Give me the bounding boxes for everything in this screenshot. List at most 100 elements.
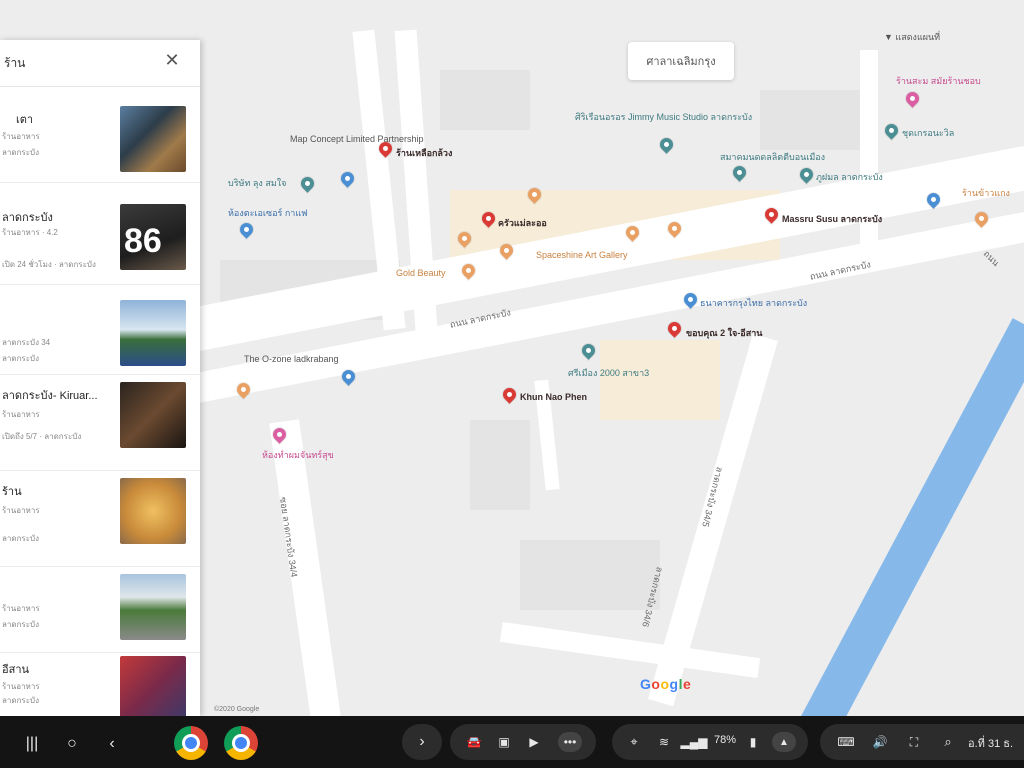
signal-icon: ▂▄▆ [680, 735, 708, 749]
place-label[interactable]: ศรีเมือง 2000 สาขา3 [568, 366, 649, 380]
place-pin-icon[interactable] [730, 163, 749, 182]
result-photo[interactable] [120, 382, 186, 448]
result-category: ร้านอาหาร [2, 410, 40, 419]
place-label[interactable]: Map Concept Limited Partnership [290, 134, 424, 144]
status-tray[interactable]: ⌖ ≋ ▂▄▆ 78% ▮ ▲ [612, 724, 808, 760]
keyboard-icon[interactable]: ⌨ [836, 732, 856, 752]
result-category: ลาดกระบัง 34 [2, 338, 51, 347]
result-item[interactable]: เตา ร้านอาหาร ลาดกระบัง [0, 96, 200, 183]
result-category: ร้านอาหาร [2, 682, 40, 691]
gallery-icon[interactable]: ▣ [494, 732, 514, 752]
chrome-app-icon[interactable] [224, 726, 258, 760]
restaurant-pin-icon[interactable] [665, 319, 684, 338]
battery-percentage: 78% [714, 734, 737, 746]
result-address: ลาดกระบัง [2, 354, 40, 363]
result-item[interactable]: ร้าน ร้านอาหาร ลาดกระบัง [0, 470, 200, 567]
quick-apps-tray: 🚘 ▣ ▶ ••• [450, 724, 596, 760]
wifi-icon: ≋ [658, 735, 670, 749]
place-label[interactable]: ห้องทำผมจันทร์สุข [262, 448, 334, 462]
result-photo[interactable] [120, 574, 186, 640]
map-copyright: ©2020 Google [214, 706, 260, 713]
place-pin-icon[interactable] [882, 121, 901, 140]
youtube-icon[interactable]: ▶ [524, 732, 544, 752]
expand-status-icon[interactable]: ▲ [772, 732, 796, 752]
place-label[interactable]: The O-zone ladkrabang [244, 354, 339, 364]
commercial-lot [600, 340, 720, 420]
result-item[interactable]: ร้านอาหาร ลาดกระบัง [0, 566, 200, 653]
result-photo[interactable] [120, 106, 186, 172]
result-address: เปิดถึง 5/7 · ลาดกระบัง [2, 432, 82, 441]
shop-pin-icon[interactable] [237, 220, 256, 239]
search-input[interactable]: ร้าน [4, 54, 25, 73]
place-pin-icon[interactable] [298, 174, 317, 193]
result-category: ร้านอาหาร [2, 132, 40, 141]
result-photo[interactable] [120, 656, 186, 716]
system-controls: ⌨ 🔊 ⛶ ⌕ อ.ที่ 31 ธ. [820, 724, 1024, 760]
result-title: อีสาน [2, 664, 30, 676]
place-pin-icon[interactable] [797, 165, 816, 184]
place-pin-icon[interactable] [579, 341, 598, 360]
result-item[interactable]: ลาดกระบัง 34 ลาดกระบัง [0, 294, 200, 375]
place-label[interactable]: บริษัท ลุง สมใจ [228, 176, 286, 190]
place-label[interactable]: ขอบคุณ 2 ใจ-อีสาน [686, 326, 762, 340]
chrome-app-icon[interactable] [174, 726, 208, 760]
home-icon[interactable]: ○ [60, 732, 84, 756]
close-icon[interactable]: ✕ [160, 48, 184, 72]
result-item[interactable]: อีสาน ร้านอาหาร ลาดกระบัง [0, 652, 200, 716]
place-label[interactable]: ห้องตะเอเซอร์ กาแฟ [228, 206, 308, 220]
google-logo: Google [640, 676, 692, 692]
map-block [440, 70, 530, 130]
place-label[interactable]: ร้านสะม สมัยร้านชอบ [896, 74, 981, 88]
restaurant-pin-icon[interactable] [500, 385, 519, 404]
back-icon[interactable]: ‹ [100, 732, 124, 756]
result-item[interactable]: ลาดกระบัง ร้านอาหาร · 4.2 เปิด 24 ชั่วโม… [0, 192, 200, 285]
place-label[interactable]: Massru Susu ลาดกระบัง [782, 212, 882, 226]
place-label[interactable]: ชุดเกรอนะวิล [902, 126, 954, 140]
result-item[interactable]: ลาดกระบัง- Kiruar... ร้านอาหาร เปิดถึง 5… [0, 374, 200, 471]
car-icon[interactable]: 🚘 [464, 732, 484, 752]
result-address: เปิด 24 ชั่วโมง · ลาดกระบัง [2, 260, 96, 269]
place-label[interactable]: Khun Nao Phen [520, 392, 587, 402]
result-address: ลาดกระบัง [2, 620, 40, 629]
more-apps-icon[interactable]: ••• [558, 732, 582, 752]
location-icon: ⌖ [630, 734, 638, 749]
volume-icon[interactable]: 🔊 [870, 732, 890, 752]
search-icon[interactable]: ⌕ [938, 732, 958, 752]
system-taskbar: ||| ○ ‹ › 🚘 ▣ ▶ ••• ⌖ ≋ ▂▄▆ 78% ▮ ▲ ⌨ 🔊 … [0, 716, 1024, 768]
result-title: ลาดกระบัง [2, 212, 53, 224]
map-block [520, 540, 660, 610]
shop-pin-icon[interactable] [338, 169, 357, 188]
place-label[interactable]: ร้านเหลือกล้วง [396, 146, 452, 160]
result-address: ลาดกระบัง [2, 696, 40, 705]
result-address: ลาดกระบัง [2, 534, 40, 543]
place-pin-icon[interactable] [903, 89, 922, 108]
place-label[interactable]: ครัวแม่ละออ [498, 216, 547, 230]
battery-icon: ▮ [749, 735, 757, 749]
place-label[interactable]: Gold Beauty [396, 268, 446, 278]
layer-dropdown[interactable]: ▼ แสดงแผนที่ [884, 30, 940, 44]
screenshot-icon[interactable]: ⛶ [904, 732, 924, 752]
recent-apps-icon[interactable]: ||| [20, 732, 44, 756]
place-label[interactable]: ศิริเรือนอรอร Jimmy Music Studio ลาดกระบ… [575, 110, 752, 124]
result-title: ลาดกระบัง- Kiruar... [2, 390, 98, 402]
expand-button[interactable]: › [402, 724, 442, 760]
result-address: ลาดกระบัง [2, 148, 40, 157]
place-label[interactable]: สมาคมนดดลลิตตีบอนเมือง [720, 150, 825, 164]
place-label[interactable]: ธนาคารกรุงไทย ลาดกระบัง [700, 296, 807, 310]
place-label[interactable]: ร้านข้าวแกง [962, 186, 1010, 200]
search-bar[interactable]: ร้าน ✕ [0, 40, 200, 87]
result-photo[interactable] [120, 300, 186, 366]
result-photo[interactable]: 86 [120, 204, 186, 270]
canal [792, 318, 1024, 716]
road-label: ถนน [981, 248, 1002, 269]
place-pin-icon[interactable] [657, 135, 676, 154]
result-title: ร้าน [2, 486, 22, 498]
place-label[interactable]: ภูฝมล ลาดกระบัง [816, 170, 883, 184]
chevron-right-icon: › [419, 733, 425, 750]
map-block [470, 420, 530, 510]
road [499, 622, 761, 678]
place-label[interactable]: Spaceshine Art Gallery [536, 250, 628, 260]
result-photo[interactable] [120, 478, 186, 544]
road [269, 419, 341, 716]
area-chip[interactable]: ศาลาเฉลิมกรุง [628, 42, 734, 80]
